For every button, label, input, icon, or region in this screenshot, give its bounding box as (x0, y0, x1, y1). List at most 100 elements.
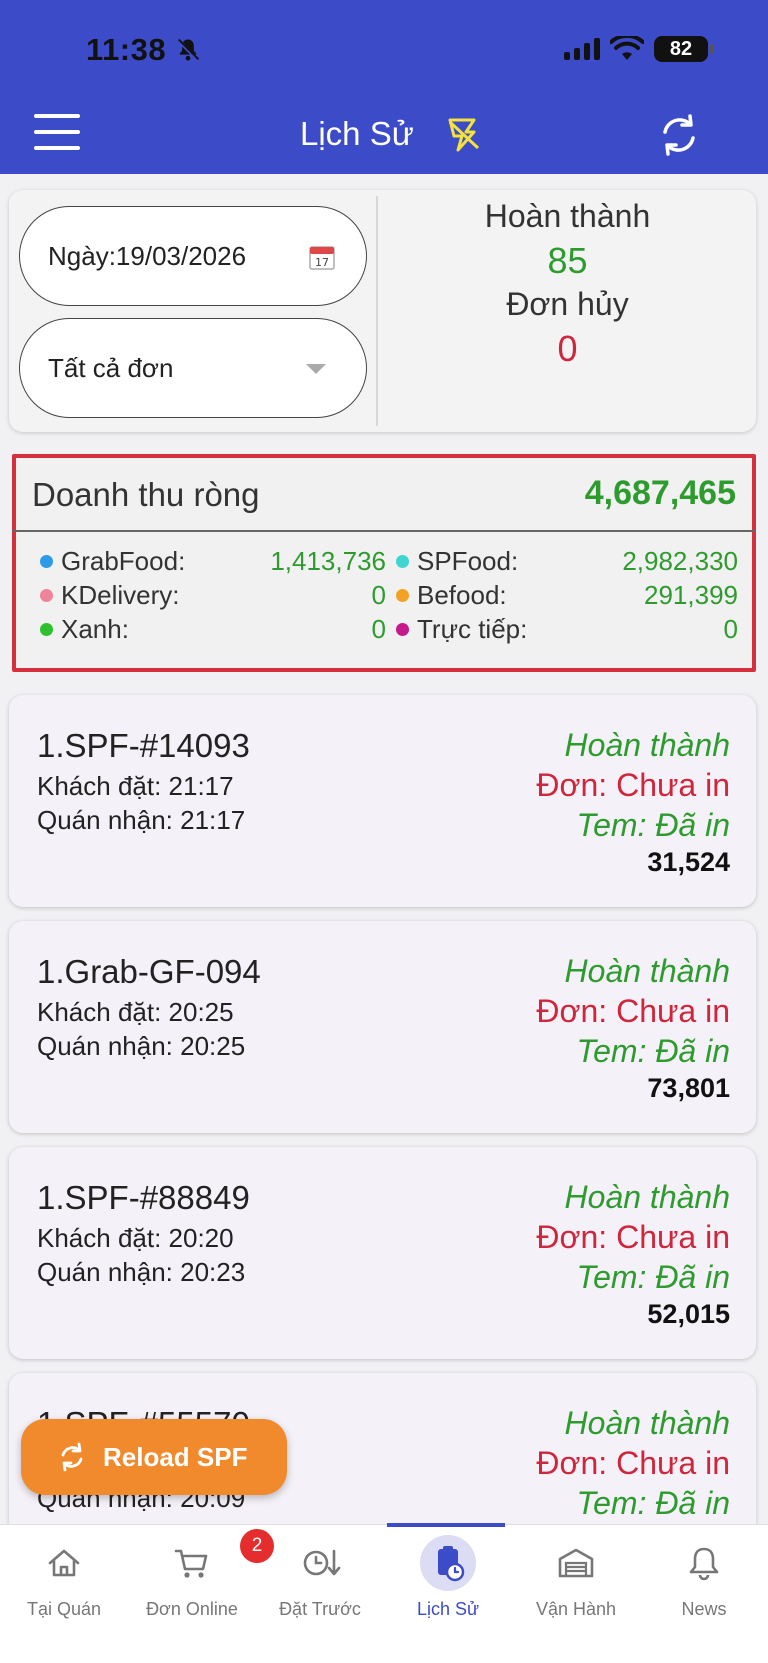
order-print-status: Đơn: Chưa in (536, 1219, 730, 1255)
order-tem-status: Tem: Đã in (576, 1485, 730, 1521)
history-clipboard-icon (438, 1546, 465, 1582)
nav-news[interactable]: News (640, 1541, 768, 1620)
channel-kdelivery: KDelivery: 0 (40, 578, 386, 612)
order-status: Hoàn thành (564, 727, 730, 763)
order-tem-status: Tem: Đã in (576, 1033, 730, 1069)
revenue-total: 4,687,465 (584, 474, 736, 512)
channel-truc-tiep: Trực tiếp: 0 (396, 612, 738, 646)
calendar-icon: 17 (309, 246, 335, 270)
reload-spf-button[interactable]: Reload SPF (21, 1419, 287, 1495)
order-card[interactable]: 1.SPF-#88849 Khách đặt: 20:20 Quán nhận:… (9, 1147, 756, 1359)
order-tem-status: Tem: Đã in (576, 1259, 730, 1295)
order-card[interactable]: 1.Grab-GF-094 Khách đặt: 20:25 Quán nhận… (9, 921, 756, 1133)
filter-card: Ngày:19/03/2026 17 Tất cả đơn Hoàn thành… (9, 190, 756, 432)
order-customer-time: Khách đặt: 20:25 (37, 997, 234, 1027)
channel-value: 1,413,736 (270, 545, 386, 576)
bottom-nav: Tại Quán 2 Đơn Online Đặt Trước Lịch Sử … (0, 1523, 768, 1663)
nav-label: Đặt Trước (279, 1599, 361, 1619)
date-label: Ngày:19/03/2026 (48, 240, 247, 271)
channel-befood: Befood: 291,399 (396, 578, 738, 612)
clock-download-icon (303, 1549, 341, 1576)
bell-muted-icon (176, 38, 200, 62)
order-type-select[interactable]: Tất cả đơn (19, 318, 367, 418)
order-received-time: Quán nhận: 20:23 (37, 1257, 246, 1287)
channel-value: 0 (371, 579, 386, 610)
order-card[interactable]: 1.SPF-#14093 Khách đặt: 21:17 Quán nhận:… (9, 695, 756, 907)
dot-icon (40, 622, 53, 636)
divider (12, 530, 756, 532)
dot-icon (396, 622, 409, 636)
order-amount: 73,801 (647, 1073, 730, 1103)
nav-label: Vận Hành (535, 1599, 617, 1619)
chevron-down-icon (306, 364, 326, 374)
order-amount: 31,524 (647, 847, 730, 877)
battery-icon: 82 (654, 36, 713, 62)
date-picker[interactable]: Ngày:19/03/2026 17 (19, 206, 367, 306)
channel-name: Befood: (417, 579, 507, 610)
order-tem-status: Tem: Đã in (576, 807, 730, 843)
nav-van-hanh[interactable]: Vận Hành (512, 1541, 640, 1620)
order-print-status: Đơn: Chưa in (536, 1445, 730, 1481)
channel-value: 0 (723, 613, 738, 644)
order-id: 1.Grab-GF-094 (37, 953, 261, 990)
dot-icon (40, 554, 53, 568)
channel-xanh: Xanh: 0 (40, 612, 386, 646)
warehouse-icon (558, 1548, 594, 1578)
order-status: Hoàn thành (564, 953, 730, 989)
channel-name: Trực tiếp: (417, 613, 528, 644)
bell-icon (689, 1547, 719, 1581)
dot-icon (40, 588, 53, 602)
channel-spfood: SPFood: 2,982,330 (396, 544, 738, 578)
page-title: Lịch Sử (300, 115, 414, 152)
order-received-time: Quán nhận: 21:17 (37, 805, 246, 835)
revenue-title: Doanh thu ròng (32, 476, 260, 513)
channel-name: GrabFood: (61, 545, 186, 576)
order-print-status: Đơn: Chưa in (536, 767, 730, 803)
menu-button[interactable] (34, 114, 80, 154)
nav-label: News (681, 1599, 727, 1619)
order-id: 1.SPF-#14093 (37, 727, 250, 764)
order-id: 1.SPF-#88849 (37, 1179, 250, 1216)
order-status: Hoàn thành (564, 1405, 730, 1441)
channel-name: KDelivery: (61, 579, 180, 610)
channel-grabfood: GrabFood: 1,413,736 (40, 544, 386, 578)
status-indicators: 82 (564, 36, 713, 62)
history-icon-wrapper (420, 1535, 476, 1591)
nav-tai-quan[interactable]: Tại Quán (0, 1541, 128, 1620)
channel-value: 2,982,330 (622, 545, 738, 576)
home-icon (48, 1549, 80, 1577)
order-amount: 52,015 (647, 1299, 730, 1329)
status-time: 11:38 (86, 32, 167, 67)
channel-name: Xanh: (61, 613, 129, 644)
channel-value: 0 (371, 613, 386, 644)
signal-icon (564, 38, 600, 60)
nav-active-indicator (387, 1523, 505, 1527)
cancelled-count: 0 (557, 328, 578, 369)
wifi-icon (610, 36, 644, 60)
dot-icon (396, 554, 409, 568)
completed-count: 85 (547, 240, 588, 281)
flash-off-icon[interactable] (444, 114, 484, 154)
completed-label: Hoàn thành (484, 198, 651, 234)
order-received-time: Quán nhận: 20:25 (37, 1031, 246, 1061)
svg-text:17: 17 (315, 256, 329, 269)
order-status: Hoàn thành (564, 1179, 730, 1215)
channel-name: SPFood: (417, 545, 519, 576)
nav-label: Lịch Sử (416, 1599, 480, 1619)
order-type-value: Tất cả đơn (48, 352, 174, 383)
nav-label: Tại Quán (26, 1599, 102, 1619)
channel-value: 291,399 (644, 579, 738, 610)
nav-lich-su[interactable]: Lịch Sử (384, 1535, 512, 1620)
cart-icon (174, 1549, 208, 1578)
refresh-icon (61, 1442, 83, 1472)
nav-don-online[interactable]: 2 Đơn Online (128, 1529, 274, 1620)
refresh-icon[interactable] (656, 112, 702, 158)
nav-label: Đơn Online (146, 1599, 238, 1619)
revenue-card: Doanh thu ròng 4,687,465 GrabFood: 1,413… (12, 454, 756, 672)
order-customer-time: Khách đặt: 21:17 (37, 771, 234, 801)
nav-dat-truoc[interactable]: Đặt Trước (256, 1541, 384, 1620)
divider (376, 196, 378, 426)
cancelled-label: Đơn hủy (506, 286, 629, 322)
order-customer-time: Khách đặt: 20:20 (37, 1223, 234, 1253)
order-print-status: Đơn: Chưa in (536, 993, 730, 1029)
